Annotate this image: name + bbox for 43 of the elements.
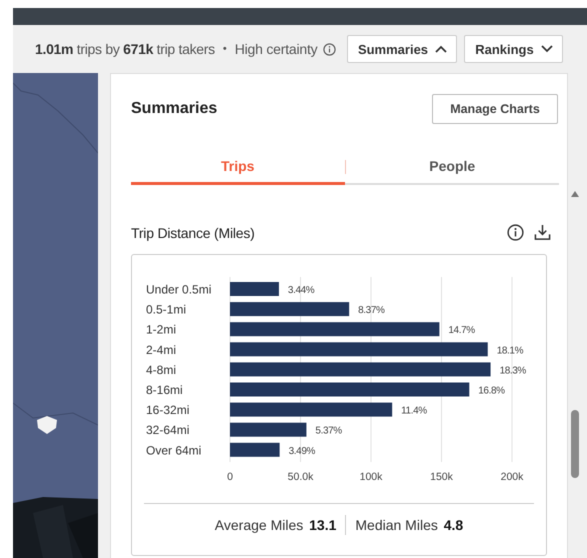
- download-icon[interactable]: [534, 224, 551, 241]
- share-label: 11.4%: [401, 406, 427, 417]
- category-label: Under 0.5mi: [146, 282, 212, 296]
- certainty-label: High certainty: [234, 41, 318, 57]
- share-label: 5.37%: [315, 426, 342, 437]
- info-icon[interactable]: [323, 42, 336, 56]
- dropdown-button[interactable]: Summaries: [347, 35, 458, 63]
- axis-tick-label: 50.0k: [288, 471, 314, 483]
- share-label: 3.44%: [288, 285, 314, 296]
- axis-tick-label: 0: [227, 471, 233, 483]
- manage-charts-button[interactable]: Manage Charts: [432, 94, 558, 124]
- info-icon[interactable]: [507, 224, 524, 241]
- axis-tick-label: 100k: [360, 471, 382, 483]
- tab[interactable]: People: [346, 150, 559, 185]
- panel-title: Summaries: [131, 100, 218, 118]
- category-label: 2-4mi: [146, 342, 176, 357]
- separator-dot: •: [222, 43, 227, 55]
- share-label: 8.37%: [358, 305, 384, 316]
- stat-text: Median Miles 4.8: [355, 517, 464, 533]
- category-label: 1-2mi: [146, 322, 176, 337]
- dropdown-button[interactable]: Rankings: [464, 35, 564, 63]
- axis-tick-label: 150k: [430, 471, 453, 483]
- bar: [230, 442, 280, 457]
- category-label: 32-64mi: [146, 423, 190, 438]
- axis-tick-label: 200k: [500, 471, 524, 483]
- trip-summary: 1.01m trips by 671k trip takers: [35, 41, 215, 57]
- scrollbar-thumb[interactable]: [570, 410, 578, 478]
- share-label: 14.7%: [448, 325, 475, 336]
- stat-text: Average Miles 13.1: [214, 517, 336, 533]
- share-label: 18.3%: [500, 365, 526, 376]
- category-label: 16-32mi: [146, 403, 190, 418]
- scroll-up-icon[interactable]: [570, 190, 580, 198]
- category-label: 4-8mi: [146, 362, 176, 377]
- category-label: 0.5-1mi: [146, 302, 186, 317]
- share-label: 16.8%: [478, 386, 505, 396]
- category-label: 8-16mi: [146, 383, 183, 397]
- share-label: 3.49%: [288, 446, 315, 457]
- share-label: 18.1%: [496, 345, 524, 356]
- bar: [230, 282, 279, 296]
- chevron-up-icon: [435, 45, 448, 53]
- chevron-down-icon: [540, 45, 553, 53]
- category-label: Over 64mi: [146, 443, 202, 458]
- chart-title: Trip Distance (Miles): [131, 224, 256, 240]
